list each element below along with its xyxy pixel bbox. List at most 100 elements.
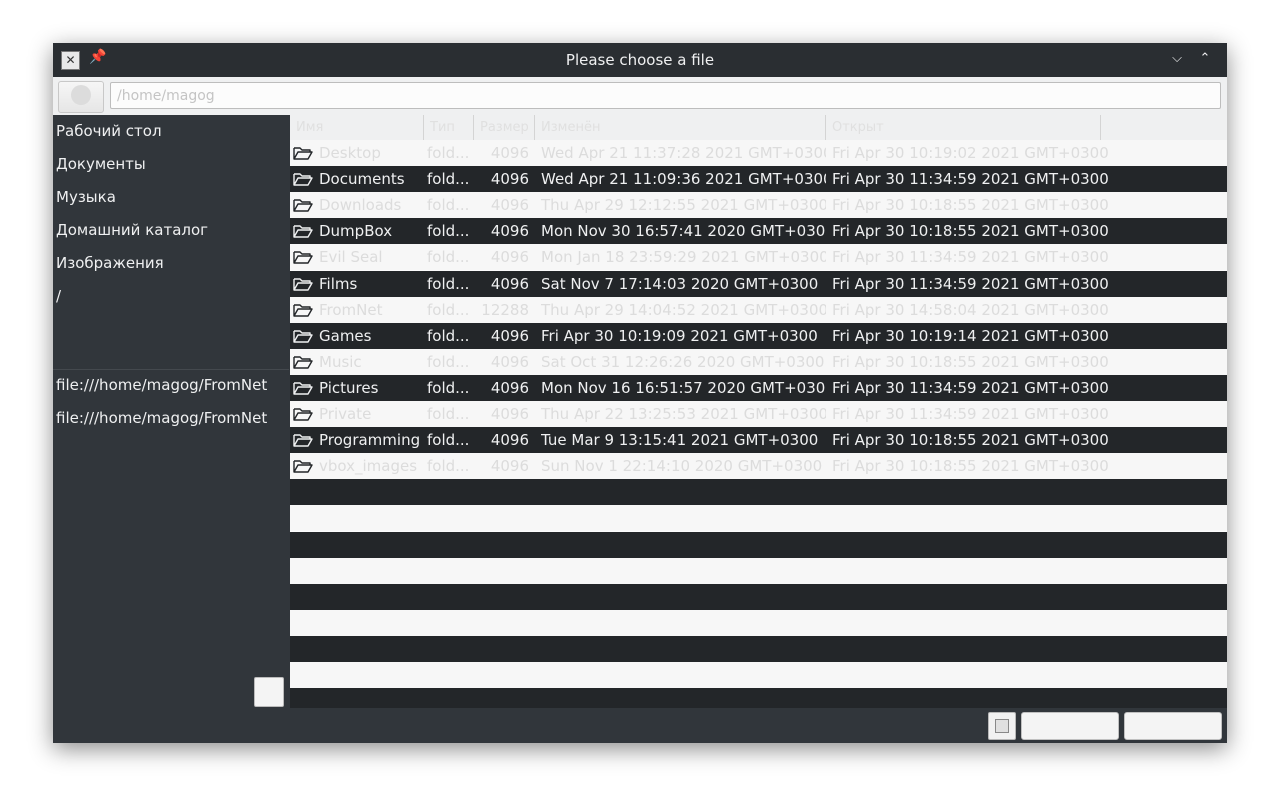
- table-row: [290, 505, 1227, 532]
- file-size-cell: 4096: [490, 274, 529, 293]
- file-type-cell: fold...: [427, 300, 470, 319]
- file-name-cell: Programming: [319, 431, 421, 450]
- file-type-cell: fold...: [427, 378, 470, 397]
- file-type-cell: fold...: [427, 431, 470, 450]
- open-button[interactable]: [1021, 712, 1119, 740]
- up-directory-button[interactable]: [58, 81, 104, 113]
- file-name-cell: Pictures: [319, 378, 379, 397]
- file-size-cell: 4096: [490, 222, 529, 241]
- file-modified-cell: Thu Apr 22 13:25:53 2021 GMT+0300: [541, 405, 826, 423]
- file-opened-cell: Fri Apr 30 10:19:14 2021 GMT+0300: [832, 326, 1109, 345]
- folder-icon: [293, 354, 313, 370]
- file-opened-cell: Fri Apr 30 11:34:59 2021 GMT+0300: [832, 274, 1109, 293]
- view-toggle-button[interactable]: [988, 712, 1016, 740]
- sidebar-place-item[interactable]: Рабочий стол: [56, 115, 162, 148]
- sidebar-place-item[interactable]: Музыка: [56, 181, 116, 214]
- cancel-button[interactable]: [1124, 712, 1222, 740]
- folder-icon: [293, 249, 313, 265]
- file-modified-cell: Thu Apr 29 14:04:52 2021 GMT+0300: [541, 300, 826, 319]
- file-opened-cell: Fri Apr 30 10:18:55 2021 GMT+0300: [832, 352, 1109, 371]
- table-row[interactable]: Games fold... 4096 Fri Apr 30 10:19:09 2021…: [290, 322, 1227, 349]
- file-size-cell: 12288: [481, 300, 529, 319]
- column-header[interactable]: Размер: [474, 115, 535, 140]
- file-name-cell: DumpBox: [319, 222, 393, 241]
- table-row[interactable]: Music fold... 4096 Sat Oct 31 12:26:26 2020…: [290, 348, 1227, 375]
- file-modified-cell: Tue Mar 9 13:15:41 2021 GMT+0300: [541, 431, 819, 450]
- column-header[interactable]: Тип: [424, 115, 474, 140]
- file-type-cell: fold...: [427, 170, 470, 189]
- sidebar-place-item[interactable]: Изображения: [56, 247, 164, 280]
- file-opened-cell: Fri Apr 30 10:18:55 2021 GMT+0300: [832, 196, 1109, 215]
- table-row[interactable]: Pictures fold... 4096 Mon Nov 16 16:51:57 2…: [290, 374, 1227, 401]
- table-row[interactable]: vbox_images fold... 4096 Sun Nov 1 22:14:10…: [290, 453, 1227, 480]
- folder-icon: [293, 171, 313, 187]
- file-size-cell: 4096: [490, 326, 529, 345]
- sidebar-place-item[interactable]: /: [56, 280, 61, 313]
- file-size-cell: 4096: [490, 248, 529, 267]
- folder-icon: [293, 458, 313, 474]
- table-row[interactable]: Films fold... 4096 Sat Nov 7 17:14:03 2020 …: [290, 270, 1227, 297]
- file-type-cell: fold...: [427, 405, 470, 423]
- bottom-bar: [290, 708, 1227, 743]
- file-opened-cell: Fri Apr 30 10:19:02 2021 GMT+0300: [832, 144, 1109, 162]
- file-size-cell: 4096: [490, 457, 529, 476]
- sidebar-place-item[interactable]: Документы: [56, 148, 146, 181]
- file-list-header: Имя Тип Размер Изменён Открыт: [290, 115, 1227, 141]
- file-name-cell: vbox_images: [319, 457, 418, 476]
- sidebar-recent-item[interactable]: file:///home/magog/FromNet: [56, 369, 267, 402]
- folder-icon: [293, 380, 313, 396]
- table-row[interactable]: Private fold... 4096 Thu Apr 22 13:25:53 20…: [290, 401, 1227, 427]
- file-opened-cell: Fri Apr 30 11:34:59 2021 GMT+0300: [832, 248, 1109, 267]
- file-opened-cell: Fri Apr 30 10:18:55 2021 GMT+0300: [832, 431, 1109, 450]
- file-opened-cell: Fri Apr 30 14:58:04 2021 GMT+0300: [832, 300, 1109, 319]
- minimize-button[interactable]: ⌵: [1167, 49, 1187, 69]
- column-header[interactable]: Открыт: [826, 115, 1101, 140]
- file-type-cell: fold...: [427, 196, 470, 215]
- column-header[interactable]: Имя: [290, 115, 424, 140]
- folder-icon: [293, 197, 313, 213]
- file-opened-cell: Fri Apr 30 10:18:55 2021 GMT+0300: [832, 457, 1109, 476]
- file-name-cell: FromNet: [319, 300, 383, 319]
- places-sidebar: Рабочий стол Документы Музыка Домашний ката…: [53, 115, 289, 743]
- file-modified-cell: Fri Apr 30 10:19:09 2021 GMT+0300: [541, 326, 818, 345]
- sidebar-recent-item[interactable]: file:///home/magog/FromNet: [56, 402, 267, 435]
- file-type-cell: fold...: [427, 144, 470, 162]
- column-header[interactable]: Изменён: [535, 115, 826, 140]
- table-row[interactable]: FromNet fold... 12288 Thu Apr 29 14:04:52 2…: [290, 296, 1227, 323]
- path-input[interactable]: /home/magog: [110, 82, 1221, 109]
- table-row[interactable]: Desktop fold... 4096 Wed Apr 21 11:37:28 20…: [290, 140, 1227, 166]
- table-row: [290, 479, 1227, 506]
- table-row: [290, 609, 1227, 636]
- table-row[interactable]: Programming fold... 4096 Tue Mar 9 13:15:41…: [290, 427, 1227, 454]
- file-type-cell: fold...: [427, 222, 470, 241]
- file-modified-cell: Thu Apr 29 12:12:55 2021 GMT+0300: [541, 196, 826, 215]
- file-size-cell: 4096: [490, 405, 529, 423]
- file-size-cell: 4096: [490, 352, 529, 371]
- table-row[interactable]: DumpBox fold... 4096 Mon Nov 30 16:57:41 20…: [290, 218, 1227, 245]
- file-size-cell: 4096: [490, 170, 529, 189]
- folder-icon: [293, 406, 313, 422]
- file-modified-cell: Sun Nov 1 22:14:10 2020 GMT+0300: [541, 457, 823, 476]
- file-size-cell: 4096: [490, 196, 529, 215]
- file-name-cell: Films: [319, 274, 358, 293]
- folder-icon: [293, 328, 313, 344]
- title-bar: ✕ 📌 Please choose a file ⌵ ⌃: [53, 43, 1227, 77]
- sidebar-place-item[interactable]: Домашний каталог: [56, 214, 208, 247]
- file-modified-cell: Mon Nov 16 16:51:57 2020 GMT+0300: [541, 378, 826, 397]
- file-type-cell: fold...: [427, 274, 470, 293]
- table-row: [290, 557, 1227, 584]
- folder-icon: [293, 432, 313, 448]
- folder-icon: [293, 276, 313, 292]
- table-row[interactable]: Downloads fold... 4096 Thu Apr 29 12:12:55 …: [290, 192, 1227, 219]
- up-arrow-icon: [71, 85, 91, 105]
- file-name-cell: Downloads: [319, 196, 402, 215]
- file-opened-cell: Fri Apr 30 10:18:55 2021 GMT+0300: [832, 222, 1109, 241]
- sidebar-corner-button[interactable]: [254, 677, 284, 707]
- file-type-cell: fold...: [427, 326, 470, 345]
- maximize-button[interactable]: ⌃: [1195, 49, 1215, 69]
- table-row[interactable]: Evil Seal fold... 4096 Mon Jan 18 23:59:29 …: [290, 244, 1227, 271]
- file-name-cell: Music: [319, 352, 362, 371]
- folder-icon: [293, 145, 313, 161]
- table-row[interactable]: Documents fold... 4096 Wed Apr 21 11:09:36 …: [290, 166, 1227, 193]
- file-opened-cell: Fri Apr 30 11:34:59 2021 GMT+0300: [832, 405, 1109, 423]
